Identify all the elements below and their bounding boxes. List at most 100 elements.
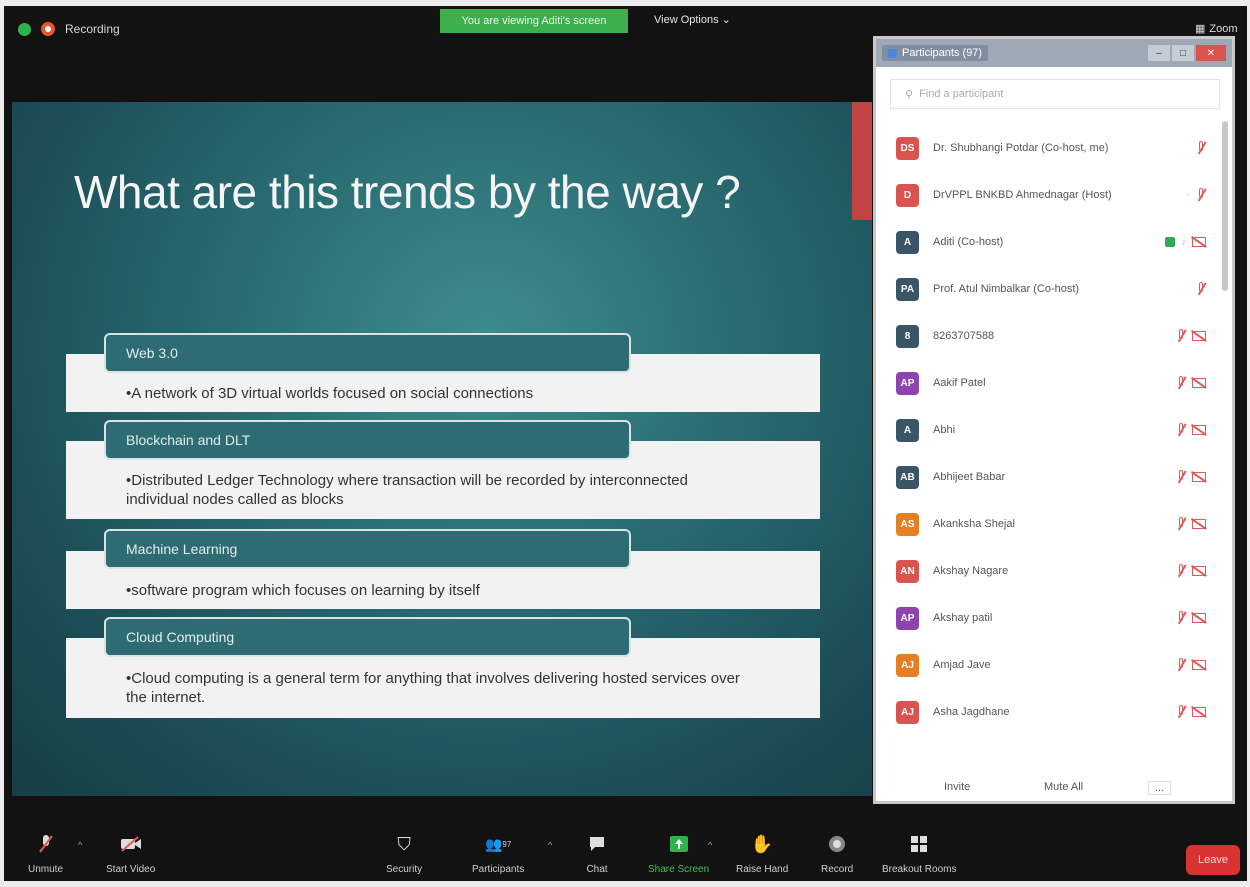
record-icon: [826, 833, 848, 855]
participant-row[interactable]: PA Prof. Atul Nimbalkar (Co-host): [896, 274, 1216, 304]
participant-row[interactable]: DS Dr. Shubhangi Potdar (Co-host, me): [896, 133, 1216, 163]
camera-off-icon: [1192, 519, 1206, 529]
mute-all-button[interactable]: Mute All: [1044, 781, 1083, 793]
maximize-icon[interactable]: □: [1172, 45, 1194, 61]
participant-search-input[interactable]: ⚲ Find a participant: [890, 79, 1220, 109]
camera-off-icon: [1192, 660, 1206, 670]
breakout-rooms-button[interactable]: Breakout Rooms: [882, 833, 956, 875]
breakout-rooms-label: Breakout Rooms: [882, 864, 957, 875]
participants-panel: Participants (97) – □ ✕ ⚲ Find a partici…: [873, 36, 1235, 804]
avatar: AJ: [896, 653, 919, 677]
participant-name: Asha Jagdhane: [933, 706, 1010, 718]
recording-indicator: Recording: [18, 22, 120, 36]
mic-muted-icon: [1176, 329, 1186, 343]
mic-muted-icon: [1176, 470, 1186, 484]
participant-row[interactable]: A Aditi (Co-host) ♪: [896, 227, 1216, 257]
zoom-meeting-window: Recording You are viewing Aditi's screen…: [0, 0, 1250, 887]
audio-options-chevron-icon[interactable]: ^: [78, 840, 82, 850]
security-button[interactable]: ⛉ Security: [386, 833, 422, 876]
leave-button[interactable]: Leave: [1186, 845, 1240, 875]
camera-off-icon: [1192, 331, 1206, 341]
participant-row[interactable]: AJ Amjad Jave: [896, 650, 1216, 680]
meeting-toolbar: [0, 815, 1250, 887]
record-button[interactable]: Record: [821, 833, 853, 875]
participant-list-scrollbar[interactable]: [1222, 121, 1228, 291]
avatar: A: [896, 230, 919, 254]
participant-row[interactable]: 8 8263707588: [896, 321, 1216, 351]
participant-name: DrVPPL BNKBD Ahmednagar (Host): [933, 189, 1112, 201]
panel-title-text: Participants (97): [902, 47, 983, 59]
participant-name: Abhi: [933, 424, 956, 436]
minimize-icon[interactable]: –: [1148, 45, 1170, 61]
participant-name: Akshay Nagare: [933, 565, 1009, 577]
slide-title: What are this trends by the way ?: [74, 166, 741, 218]
avatar: PA: [896, 277, 919, 301]
search-icon: ⚲: [905, 88, 914, 101]
security-shield-icon[interactable]: [18, 22, 31, 36]
share-screen-button[interactable]: Share Screen: [648, 833, 709, 875]
participant-name: 8263707588: [933, 330, 995, 342]
avatar: AB: [896, 465, 919, 489]
shield-icon: ⛉: [397, 833, 411, 854]
camera-off-icon: [1192, 472, 1206, 482]
participants-button[interactable]: 👥 97 Participants: [472, 833, 525, 876]
camera-off-icon: [1192, 566, 1206, 576]
view-options-button[interactable]: View Options ⌄: [654, 13, 731, 26]
avatar: AN: [896, 559, 919, 583]
mic-muted-icon: [1176, 376, 1186, 390]
trend-heading: Web 3.0: [104, 333, 631, 373]
mic-muted-icon: [1196, 188, 1206, 202]
mic-muted-icon: [1176, 611, 1186, 625]
mic-muted-icon: [1176, 564, 1186, 578]
share-options-chevron-icon[interactable]: ^: [708, 840, 712, 850]
avatar: D: [896, 183, 919, 207]
camera-off-icon: [1192, 613, 1206, 623]
mic-muted-icon: [1196, 282, 1206, 296]
chat-button[interactable]: Chat: [586, 833, 608, 875]
reaction-icon: ◦: [1186, 189, 1190, 201]
unmute-button[interactable]: Unmute: [28, 833, 63, 875]
participant-row[interactable]: AJ Asha Jagdhane: [896, 697, 1216, 727]
grid-icon: ▦: [1195, 23, 1206, 35]
participant-name: Dr. Shubhangi Potdar (Co-host, me): [933, 142, 1109, 154]
zoom-view-button[interactable]: ▦ Zoom: [1195, 22, 1238, 36]
mic-muted-icon: [1176, 423, 1186, 437]
raise-hand-icon: ✋: [750, 833, 774, 854]
slide-accent-bar: [852, 102, 872, 220]
chat-icon: [586, 833, 608, 855]
more-options-button[interactable]: ...: [1148, 781, 1172, 795]
participant-row[interactable]: AN Akshay Nagare: [896, 556, 1216, 586]
mic-muted-icon: [1176, 705, 1186, 719]
participants-label: Participants: [472, 864, 525, 875]
camera-off-icon: [1192, 707, 1206, 717]
recording-label: Recording: [65, 22, 120, 36]
participant-row[interactable]: A Abhi: [896, 415, 1216, 445]
participant-name: Akshay patil: [933, 612, 993, 624]
camera-off-icon: [1192, 378, 1206, 388]
participants-icon: 👥 97: [484, 835, 512, 852]
participant-row[interactable]: D DrVPPL BNKBD Ahmednagar (Host) ◦: [896, 180, 1216, 210]
panel-titlebar: Participants (97) – □ ✕: [876, 39, 1232, 67]
zoom-app-icon: [888, 48, 897, 58]
raise-hand-button[interactable]: ✋ Raise Hand: [736, 833, 788, 876]
avatar: AP: [896, 371, 919, 395]
start-video-button[interactable]: Start Video: [106, 833, 155, 875]
participant-row[interactable]: AS Akanksha Shejal: [896, 509, 1216, 539]
recording-icon: [41, 22, 55, 36]
window-controls: – □ ✕: [1148, 45, 1226, 61]
participant-row[interactable]: AB Abhijeet Babar: [896, 462, 1216, 492]
participant-row[interactable]: AP Akshay patil: [896, 603, 1216, 633]
zoom-label: Zoom: [1209, 22, 1238, 35]
participants-chevron-icon[interactable]: ^: [548, 840, 552, 850]
participant-name: Amjad Jave: [933, 659, 991, 671]
participant-name: Aakif Patel: [933, 377, 986, 389]
share-screen-icon: [668, 833, 690, 855]
participant-name: Akanksha Shejal: [933, 518, 1015, 530]
chat-label: Chat: [586, 864, 608, 875]
close-icon[interactable]: ✕: [1196, 45, 1226, 61]
participant-row[interactable]: AP Aakif Patel: [896, 368, 1216, 398]
participant-name: Abhijeet Babar: [933, 471, 1006, 483]
avatar: A: [896, 418, 919, 442]
invite-button[interactable]: Invite: [944, 781, 970, 793]
screen-share-icon: [1165, 237, 1175, 247]
